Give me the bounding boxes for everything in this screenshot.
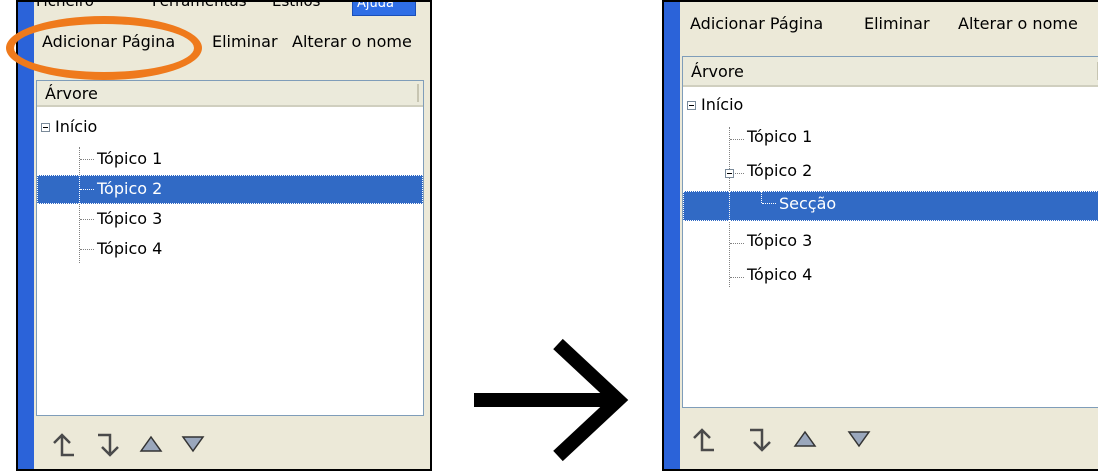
column-separator[interactable] bbox=[417, 84, 419, 102]
demote-page-icon[interactable] bbox=[746, 426, 772, 454]
tree-item-label: Tópico 2 bbox=[97, 179, 163, 198]
tree-branch bbox=[762, 203, 776, 204]
tree-item-label: Início bbox=[701, 95, 744, 114]
transition-arrow-icon bbox=[474, 338, 629, 462]
collapse-icon[interactable] bbox=[687, 101, 696, 110]
tree-branch bbox=[735, 173, 744, 174]
tree-branch bbox=[80, 159, 94, 160]
window-edge bbox=[18, 2, 34, 469]
tree-row-root[interactable]: Início bbox=[683, 91, 1098, 120]
tree-item-label: Tópico 2 bbox=[747, 161, 813, 180]
add-page-button[interactable]: Adicionar Página bbox=[690, 14, 823, 33]
tree-item-label: Tópico 4 bbox=[747, 265, 813, 284]
tree-row-root[interactable]: Início bbox=[37, 113, 423, 142]
tree-header: Árvore bbox=[37, 81, 423, 107]
tree-branch bbox=[730, 277, 744, 278]
promote-page-icon[interactable] bbox=[690, 426, 716, 454]
tree-row-selected[interactable]: Secção bbox=[683, 191, 1098, 221]
tree-item-label: Tópico 1 bbox=[747, 127, 813, 146]
tree-connector bbox=[729, 191, 730, 221]
tree-branch bbox=[730, 243, 744, 244]
tree-branch bbox=[80, 219, 94, 220]
tree-row[interactable]: Tópico 3 bbox=[683, 227, 1098, 256]
promote-page-icon[interactable] bbox=[50, 431, 76, 459]
move-down-icon[interactable] bbox=[180, 431, 206, 459]
move-down-icon[interactable] bbox=[846, 426, 872, 454]
move-up-icon[interactable] bbox=[138, 431, 164, 459]
tree-row[interactable]: Tópico 4 bbox=[37, 235, 423, 264]
tree-branch bbox=[730, 139, 744, 140]
tab-help[interactable]: Ajuda bbox=[352, 2, 416, 16]
tree-row-selected[interactable]: Tópico 2 bbox=[37, 175, 423, 204]
collapse-icon[interactable] bbox=[41, 123, 50, 132]
collapse-icon[interactable] bbox=[725, 169, 734, 178]
tree-header-label: Árvore bbox=[691, 62, 744, 81]
tree-row[interactable]: Tópico 1 bbox=[37, 145, 423, 174]
tree-item-label: Tópico 3 bbox=[747, 231, 813, 250]
tree-row[interactable]: Tópico 1 bbox=[683, 123, 1098, 152]
tree-row[interactable]: Tópico 3 bbox=[37, 205, 423, 234]
tree-nav-toolbar bbox=[680, 412, 1098, 469]
tree-row-expanded[interactable]: Tópico 2 bbox=[683, 157, 1098, 186]
rename-button[interactable]: Alterar o nome bbox=[958, 14, 1078, 33]
tree-item-label: Tópico 4 bbox=[97, 239, 163, 258]
page-tree: Árvore Início Tópico 1 Tópico 2 Secção T… bbox=[682, 56, 1098, 408]
tree-item-label: Tópico 3 bbox=[97, 209, 163, 228]
tree-item-label: Secção bbox=[779, 194, 837, 213]
tree-branch bbox=[80, 249, 94, 250]
tree-header: Árvore bbox=[683, 57, 1098, 87]
delete-button[interactable]: Eliminar bbox=[864, 14, 930, 33]
tree-row[interactable]: Tópico 4 bbox=[683, 261, 1098, 290]
tree-header-label: Árvore bbox=[45, 84, 98, 103]
page-toolbar: Adicionar Página Eliminar Alterar o nome bbox=[680, 2, 1098, 50]
tree-item-label: Início bbox=[55, 117, 98, 136]
move-up-icon[interactable] bbox=[792, 426, 818, 454]
tree-branch bbox=[80, 189, 94, 190]
rename-button[interactable]: Alterar o nome bbox=[292, 32, 412, 51]
demote-page-icon[interactable] bbox=[94, 431, 120, 459]
delete-button[interactable]: Eliminar bbox=[212, 32, 278, 51]
window-edge bbox=[664, 2, 680, 469]
tab-styles[interactable]: Estilos bbox=[272, 2, 321, 10]
tree-nav-toolbar bbox=[34, 421, 430, 469]
tab-tools[interactable]: Ferramentas bbox=[152, 2, 247, 10]
tab-file[interactable]: Ficheiro bbox=[36, 2, 94, 10]
tree-connector bbox=[761, 191, 762, 203]
tree-item-label: Tópico 1 bbox=[97, 149, 163, 168]
right-panel-after: Adicionar Página Eliminar Alterar o nome… bbox=[662, 0, 1098, 471]
page-tree: Árvore Início Tópico 1 Tópico 2 Tópico 3… bbox=[36, 80, 424, 416]
highlight-circle bbox=[6, 16, 202, 80]
